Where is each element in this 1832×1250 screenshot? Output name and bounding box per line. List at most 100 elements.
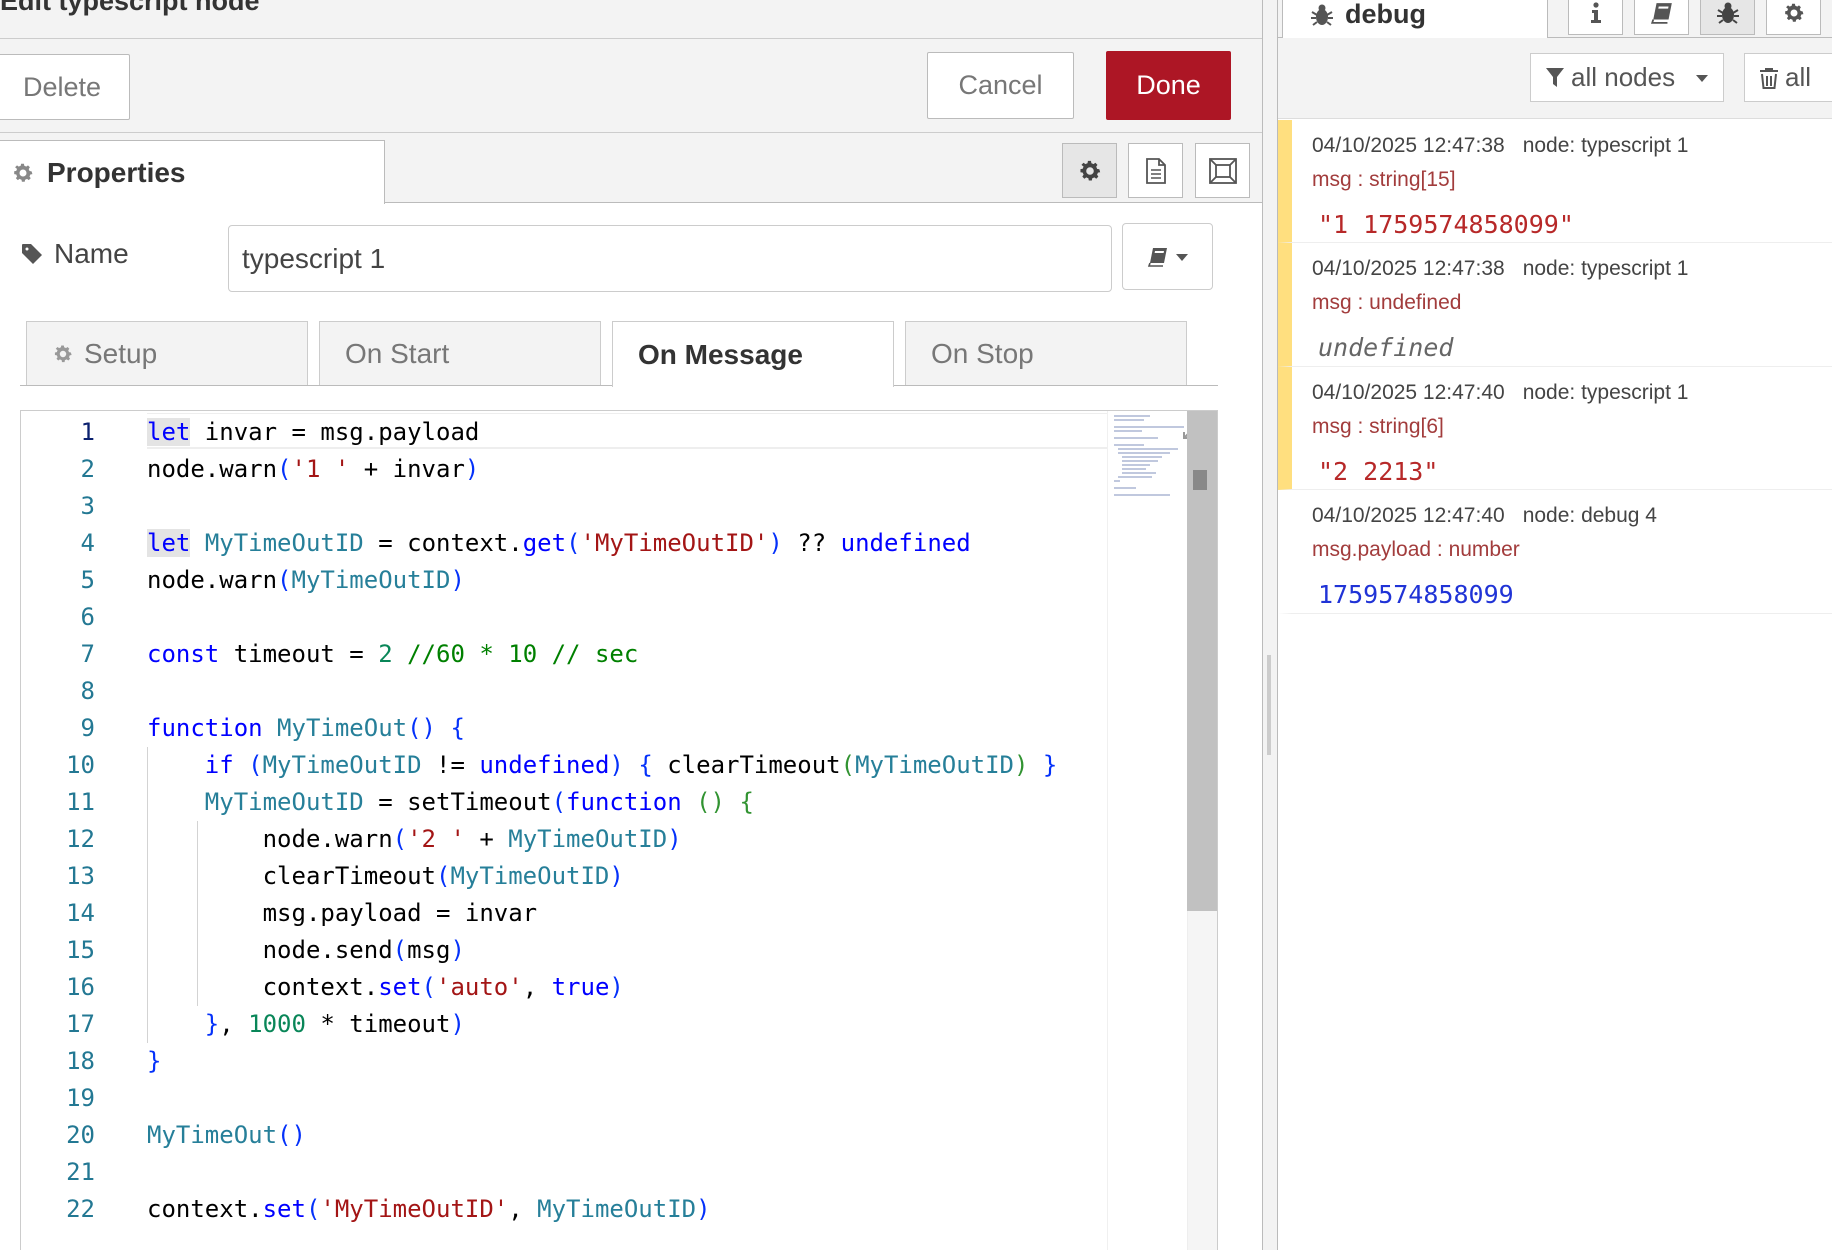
function-subtabs: Setup On Start On Message On Stop: [20, 321, 1218, 387]
code-line[interactable]: node.warn('1 ' + invar): [147, 451, 479, 487]
line-number: 4: [80, 529, 95, 557]
gear-icon: [54, 344, 72, 362]
debug-source-node[interactable]: node: debug 4: [1523, 504, 1657, 527]
tab-setup[interactable]: Setup: [26, 321, 308, 385]
debug-message-type: msg : string[6]: [1312, 415, 1444, 438]
line-number: 5: [80, 566, 95, 594]
gear-icon: [14, 163, 33, 182]
tab-debug-label: debug: [1345, 0, 1426, 29]
line-number: 12: [66, 825, 95, 853]
code-line[interactable]: if (MyTimeOutID != undefined) { clearTim…: [147, 747, 1058, 783]
debug-message-value[interactable]: "2 2213": [1318, 457, 1438, 486]
code-line[interactable]: let MyTimeOutID = context.get('MyTimeOut…: [147, 525, 971, 561]
line-number: 7: [80, 640, 95, 668]
gear-icon: [1784, 3, 1803, 22]
tab-properties[interactable]: Properties: [0, 140, 385, 204]
code-area[interactable]: let invar = msg.payload node.warn('1 ' + …: [147, 411, 1107, 1250]
debug-source-node[interactable]: node: typescript 1: [1523, 381, 1689, 404]
debug-timestamp: 04/10/2025 12:47:38: [1312, 134, 1505, 157]
trash-icon: [1760, 67, 1778, 89]
tab-on-message[interactable]: On Message: [612, 321, 894, 387]
cancel-button[interactable]: Cancel: [927, 52, 1074, 119]
line-number: 20: [66, 1121, 95, 1149]
debug-message[interactable]: 04/10/2025 12:47:38 node: typescript 1 msg…: [1278, 120, 1832, 243]
node-description-button[interactable]: [1128, 143, 1183, 198]
code-line[interactable]: msg.payload = invar: [147, 895, 538, 931]
tab-properties-label: Properties: [47, 156, 186, 188]
code-line[interactable]: MyTimeOut(): [147, 1117, 306, 1153]
debug-message-meta: 04/10/2025 12:47:38 node: typescript 1: [1312, 134, 1688, 158]
node-settings-button[interactable]: [1062, 143, 1117, 198]
info-icon: [1590, 1, 1601, 23]
debug-timestamp: 04/10/2025 12:47:40: [1312, 381, 1505, 404]
book-icon: [1650, 2, 1672, 24]
line-number: 10: [66, 751, 95, 779]
tray-title: Edit typescript node: [0, 0, 260, 16]
code-line[interactable]: const timeout = 2 //60 * 10 // sec: [147, 636, 638, 672]
debug-filter-button[interactable]: all nodes: [1530, 53, 1724, 102]
line-number: 8: [80, 677, 95, 705]
code-line[interactable]: node.warn(MyTimeOutID): [147, 562, 465, 598]
debug-message-value[interactable]: "1 1759574858099": [1318, 210, 1574, 239]
code-line[interactable]: context.set('MyTimeOutID', MyTimeOutID): [147, 1191, 711, 1227]
delete-button[interactable]: Delete: [0, 54, 130, 120]
tray-toolbar: Delete Cancel Done: [0, 39, 1262, 133]
caret-down-icon: [1175, 253, 1188, 261]
panel-separator[interactable]: [1262, 0, 1278, 1250]
debug-message[interactable]: 04/10/2025 12:47:38 node: typescript 1 msg…: [1278, 243, 1832, 367]
code-line[interactable]: let invar = msg.payload: [147, 414, 479, 450]
separator-grip[interactable]: [1267, 655, 1271, 755]
line-number: 21: [66, 1158, 95, 1186]
code-line[interactable]: function MyTimeOut() {: [147, 710, 465, 746]
line-number-gutter: 1 2 3 4 5 6 7 8 9 10 11 12 13 14 15 16 17 18 19 20 21 22: [21, 411, 131, 1250]
debug-message-value[interactable]: 1759574858099: [1318, 580, 1514, 609]
tag-icon: [22, 244, 42, 264]
debug-source-node[interactable]: node: typescript 1: [1523, 257, 1689, 280]
appearance-icon: [1208, 157, 1237, 184]
line-number: 3: [80, 492, 95, 520]
code-line[interactable]: clearTimeout(MyTimeOutID): [147, 858, 624, 894]
code-line[interactable]: context.set('auto', true): [147, 969, 624, 1005]
tab-help[interactable]: [1634, 0, 1689, 35]
code-editor[interactable]: 1 2 3 4 5 6 7 8 9 10 11 12 13 14 15 16 17 18 19 20 21 22 let …: [20, 410, 1218, 1250]
name-label: Name: [20, 238, 129, 270]
debug-message[interactable]: 04/10/2025 12:47:40 node: typescript 1 msg…: [1278, 367, 1832, 490]
tray-tabs: Properties: [0, 133, 1262, 204]
tab-on-start[interactable]: On Start: [319, 321, 601, 385]
bug-icon: [1716, 2, 1739, 24]
tab-config[interactable]: [1766, 0, 1821, 35]
debug-source-node[interactable]: node: typescript 1: [1523, 134, 1689, 157]
tab-debug[interactable]: debug: [1282, 0, 1548, 38]
debug-sidebar: debug all nodes all 04/10/2025 12:47:38 n…: [1278, 0, 1832, 1250]
line-number: 2: [80, 455, 95, 483]
debug-message-meta: 04/10/2025 12:47:38 node: typescript 1: [1312, 257, 1688, 281]
debug-message-meta: 04/10/2025 12:47:40 node: typescript 1: [1312, 381, 1688, 405]
debug-message[interactable]: 04/10/2025 12:47:40 node: debug 4 msg.payl…: [1278, 490, 1832, 614]
caret-down-icon: [1696, 74, 1709, 82]
tab-on-stop[interactable]: On Stop: [905, 321, 1187, 385]
debug-message-type: msg : string[15]: [1312, 168, 1456, 191]
line-number: 9: [80, 714, 95, 742]
debug-filter-label: all nodes: [1571, 62, 1676, 92]
code-line[interactable]: node.warn('2 ' + MyTimeOutID): [147, 821, 682, 857]
code-line[interactable]: }, 1000 * timeout): [147, 1006, 465, 1042]
tab-info[interactable]: [1568, 0, 1623, 35]
code-line[interactable]: node.send(msg): [147, 932, 465, 968]
indent-guide: [147, 747, 148, 1043]
code-minimap[interactable]: [1107, 411, 1187, 1250]
node-appearance-button[interactable]: [1195, 143, 1250, 198]
debug-clear-button[interactable]: all: [1744, 53, 1832, 102]
done-button[interactable]: Done: [1106, 51, 1231, 120]
edit-tray: Edit typescript node Delete Cancel Done …: [0, 0, 1262, 1250]
tab-debug-icon[interactable]: [1700, 0, 1755, 35]
code-line[interactable]: }: [147, 1043, 161, 1079]
library-button[interactable]: [1122, 223, 1213, 290]
line-number: 22: [66, 1195, 95, 1223]
debug-message-meta: 04/10/2025 12:47:40 node: debug 4: [1312, 504, 1657, 528]
code-line[interactable]: MyTimeOutID = setTimeout(function () {: [147, 784, 754, 820]
line-number: 11: [66, 788, 95, 816]
debug-message-value[interactable]: undefined: [1318, 333, 1453, 362]
name-input[interactable]: [228, 225, 1112, 292]
debug-timestamp: 04/10/2025 12:47:40: [1312, 504, 1505, 527]
line-number: 1: [80, 418, 95, 446]
